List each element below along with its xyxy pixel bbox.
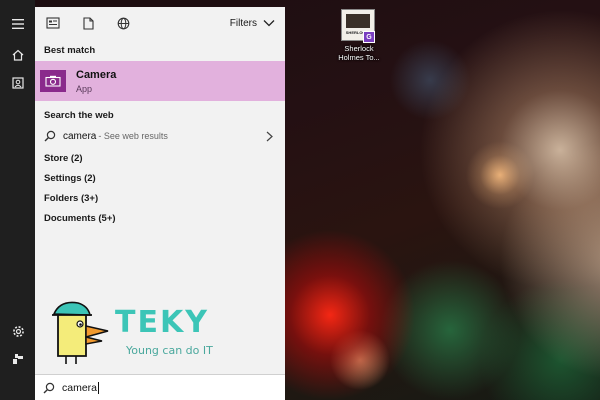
teky-logo: TEKY Young can do IT	[48, 300, 228, 366]
teky-logo-tagline: Young can do IT	[126, 344, 213, 357]
best-match-subtitle: App	[76, 83, 93, 94]
best-match-title: Camera	[76, 68, 117, 81]
best-match-heading: Best match	[44, 45, 96, 56]
shortcut-badge-icon: G	[363, 31, 375, 43]
camera-app-icon	[40, 70, 66, 92]
teky-duck-mascot-icon	[52, 301, 109, 364]
settings-gear-icon[interactable]	[10, 323, 26, 339]
filters-dropdown[interactable]: Filters	[230, 18, 275, 29]
web-result-hint: - See web results	[98, 131, 168, 141]
home-icon[interactable]	[10, 47, 26, 63]
desktop-icon-label-line1: Sherlock	[344, 44, 374, 53]
search-icon	[44, 130, 56, 142]
filters-label: Filters	[229, 17, 257, 29]
desktop-icon-label: Sherlock Holmes To...	[333, 44, 385, 62]
category-folders[interactable]: Folders (3+)	[35, 188, 285, 208]
search-panel: Filters Best match Camera App Search the…	[35, 7, 285, 400]
chevron-right-icon	[266, 131, 273, 141]
thumbnail-picture	[346, 14, 370, 28]
hamburger-menu-icon[interactable]	[10, 16, 26, 32]
desktop-icon-label-line2: Holmes To...	[338, 53, 380, 62]
search-box-icon	[43, 382, 55, 393]
tab-web-globe-icon[interactable]	[115, 15, 131, 31]
tab-apps-icon[interactable]	[45, 15, 61, 31]
text-caret	[98, 381, 100, 394]
tab-documents-icon[interactable]	[80, 15, 96, 31]
contact-card-icon[interactable]	[10, 75, 26, 91]
chevron-down-icon	[263, 20, 275, 27]
category-settings[interactable]: Settings (2)	[35, 168, 285, 188]
category-documents[interactable]: Documents (5+)	[35, 208, 285, 228]
web-search-result[interactable]: camera - See web results	[35, 126, 285, 146]
best-match-camera-app[interactable]: Camera App	[35, 61, 285, 101]
desktop-icon-sherlock-holmes[interactable]: SHERLOCK G Sherlock Holmes To...	[333, 9, 385, 65]
power-user-icon[interactable]	[10, 351, 26, 367]
panel-toolbar: Filters	[35, 7, 285, 39]
teky-logo-wordmark: TEKY	[115, 305, 209, 340]
search-input[interactable]: camera	[35, 374, 285, 400]
category-list: Store (2) Settings (2) Folders (3+) Docu…	[35, 148, 285, 228]
web-result-query: camera	[63, 130, 97, 142]
search-input-value: camera	[62, 381, 98, 394]
start-menu-rail	[0, 0, 35, 400]
category-store[interactable]: Store (2)	[35, 148, 285, 168]
search-web-heading: Search the web	[44, 110, 114, 121]
